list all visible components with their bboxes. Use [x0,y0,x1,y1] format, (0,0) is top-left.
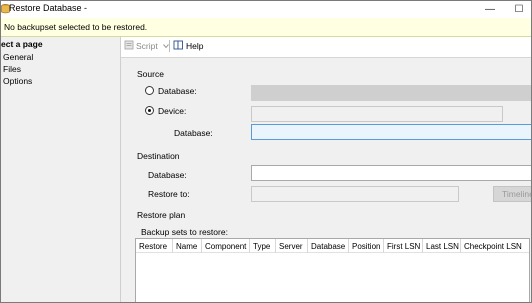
restore-plan-section-label: Restore plan [137,210,186,220]
destination-section-label: Destination [137,151,180,161]
window-title: Restore Database - [9,3,88,13]
column-header-database[interactable]: Database [308,239,349,253]
toolbar: Script Help [121,37,531,55]
source-database-label: Database: [174,128,213,138]
page-item-label: Files [3,64,21,74]
help-icon [173,40,184,52]
page-item-general[interactable]: General [1,51,119,63]
page-selector-header: ect a page [1,39,43,49]
main-panel: Script Help Source Database: Device: Dat… [121,37,531,302]
title-bar: Restore Database - — ☐ [1,1,531,18]
chevron-down-icon[interactable] [162,41,169,51]
column-header-checkpoint-lsn[interactable]: Checkpoint LSN [461,239,529,253]
column-header-position[interactable]: Position [349,239,384,253]
minimize-button[interactable]: — [480,1,500,17]
timeline-button[interactable]: Timeline... [493,186,531,202]
maximize-button[interactable]: ☐ [509,1,529,17]
column-header-component[interactable]: Component [202,239,250,253]
restore-to-label: Restore to: [148,189,190,199]
database-radio[interactable] [145,86,154,95]
page-item-options[interactable]: Options [1,75,119,87]
source-database-select [251,85,531,101]
help-label: Help [186,41,204,51]
toolbar-separator [169,40,170,52]
backup-sets-label: Backup sets to restore: [141,227,228,237]
restore-options-area: Source Database: Device: Database: Desti… [121,57,531,302]
device-radio[interactable] [145,106,154,115]
page-item-files[interactable]: Files [1,63,119,75]
script-label: Script [136,41,158,51]
source-section-label: Source [137,69,164,79]
column-header-type[interactable]: Type [250,239,276,253]
device-radio-label: Device: [158,106,187,116]
destination-database-field[interactable] [251,165,531,181]
column-header-first-lsn[interactable]: First LSN [384,239,423,253]
device-field[interactable] [251,106,503,122]
source-database-field[interactable] [251,124,531,140]
destination-database-label: Database: [148,170,187,180]
column-header-restore[interactable]: Restore [136,239,173,253]
script-button[interactable]: Script [124,40,169,52]
help-button[interactable]: Help [173,40,203,52]
page-selector-panel: ect a page General Files Options [1,37,121,302]
restore-database-window: Restore Database - — ☐ No backupset sele… [0,0,532,303]
grid-header: Restore Name Component Type Server Datab… [136,239,529,253]
notification-bar: No backupset selected to be restored. [1,18,531,37]
page-item-label: Options [3,76,33,86]
script-icon [124,40,134,52]
column-header-server[interactable]: Server [276,239,308,253]
page-item-label: General [3,52,34,62]
column-header-last-lsn[interactable]: Last LSN [423,239,461,253]
restore-to-field[interactable] [251,186,459,202]
notification-message: No backupset selected to be restored. [4,22,148,32]
timeline-button-label: Timeline... [502,189,531,199]
backup-sets-grid[interactable]: Restore Name Component Type Server Datab… [135,238,530,302]
column-header-name[interactable]: Name [173,239,202,253]
database-radio-label: Database: [158,86,197,96]
